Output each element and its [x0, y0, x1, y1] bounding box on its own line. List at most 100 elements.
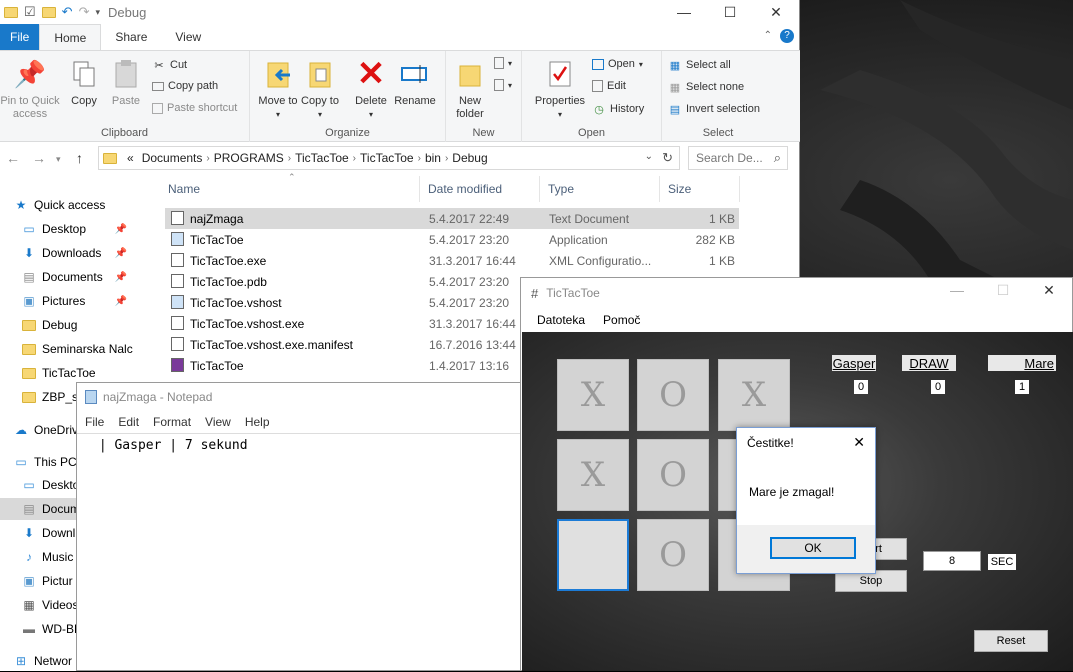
breadcrumb-tictactoe[interactable]: TicTacToe	[295, 151, 349, 165]
help-icon[interactable]: ?	[780, 29, 794, 43]
back-icon[interactable]: ←	[6, 150, 20, 166]
nav-item[interactable]: ▣ Pictures 📌	[0, 290, 135, 312]
nav-item[interactable]: TicTacToe	[0, 362, 135, 384]
new-item-button[interactable]: ▾	[494, 57, 512, 69]
file-name-cell: TicTacToe	[171, 358, 425, 373]
folder-icon	[22, 391, 36, 403]
select-none-button[interactable]: ▦ Select none	[668, 80, 744, 94]
file-name-cell: TicTacToe.pdb	[171, 274, 425, 289]
collapse-ribbon-icon[interactable]: ⌃	[764, 30, 772, 41]
timer-input[interactable]: 8	[923, 551, 981, 571]
file-row[interactable]: TicTacToe.exe 31.3.2017 16:44 XML Configur…	[165, 250, 739, 271]
breadcrumb-debug[interactable]: Debug	[452, 151, 487, 165]
nav-item[interactable]: ▤ Documents 📌	[0, 266, 135, 288]
file-icon	[171, 274, 184, 288]
open-button[interactable]: Open ▾	[592, 58, 643, 70]
edit-button[interactable]: Edit	[592, 80, 626, 92]
refresh-icon[interactable]: ↻	[662, 150, 673, 166]
address-dropdown-icon[interactable]: ⌄	[645, 151, 653, 162]
ok-button[interactable]: OK	[770, 537, 856, 559]
file-type: XML Configuratio...	[549, 253, 652, 268]
minimize-button[interactable]: —	[661, 0, 707, 24]
rename-label: Rename	[394, 95, 436, 107]
new-folder-qat-icon[interactable]	[41, 6, 56, 18]
search-icon: ⌕	[773, 150, 781, 165]
paste-icon	[110, 57, 142, 91]
file-row[interactable]: najZmaga 5.4.2017 22:49 Text Document 1 KB	[165, 208, 739, 229]
notepad-menu-format[interactable]: Format	[153, 415, 191, 429]
column-size[interactable]: Size	[660, 176, 740, 202]
column-date[interactable]: Date modified	[420, 176, 540, 202]
board-cell[interactable]	[557, 519, 629, 591]
copy-to-button[interactable]: Copy to ▾	[300, 55, 340, 121]
menu-pomoc[interactable]: Pomoč	[603, 313, 640, 327]
pin-quick-access-button[interactable]: 📌 Pin to Quick access	[0, 55, 60, 121]
search-input[interactable]: Search De... ⌕	[688, 146, 788, 170]
up-icon[interactable]: ↑	[76, 150, 83, 166]
board-cell[interactable]: X	[557, 359, 629, 431]
breadcrumb-programs[interactable]: PROGRAMS	[214, 151, 284, 165]
tab-view[interactable]: View	[161, 24, 215, 50]
paste-button[interactable]: Paste	[106, 55, 146, 108]
tt-minimize-button[interactable]: —	[934, 278, 980, 302]
notepad-menu-help[interactable]: Help	[245, 415, 270, 429]
board-cell[interactable]: O	[637, 359, 709, 431]
board-cell[interactable]: X	[557, 439, 629, 511]
cut-button[interactable]: ✂ Cut	[152, 58, 187, 72]
move-to-button[interactable]: Move to ▾	[258, 55, 298, 121]
invert-selection-button[interactable]: ▤ Invert selection	[668, 102, 760, 116]
address-bar[interactable]: « Documents › PROGRAMS › TicTacToe › TicTac…	[98, 146, 680, 170]
nav-item[interactable]: ▭ Desktop 📌	[0, 218, 135, 240]
history-button[interactable]: ◷ History	[592, 102, 644, 116]
breadcrumb-documents[interactable]: Documents	[142, 151, 203, 165]
tt-maximize-button[interactable]: ☐	[980, 278, 1026, 302]
board-cell[interactable]: X	[718, 359, 790, 431]
notepad-menu-view[interactable]: View	[205, 415, 231, 429]
select-all-label: Select all	[686, 59, 731, 71]
breadcrumb-overflow[interactable]: «	[127, 151, 134, 165]
redo-icon[interactable]: ↷	[79, 4, 90, 20]
nav-item[interactable]: Debug	[0, 314, 135, 336]
board-cell[interactable]: O	[637, 519, 709, 591]
rename-button[interactable]: Rename	[392, 55, 438, 108]
maximize-button[interactable]: ☐	[707, 0, 753, 24]
breadcrumb-tictactoe-2[interactable]: TicTacToe	[360, 151, 414, 165]
close-button[interactable]: ✕	[753, 0, 799, 24]
nav-item[interactable]: Seminarska Nalc	[0, 338, 135, 360]
file-name-cell: TicTacToe.vshost.exe	[171, 316, 425, 331]
tt-close-button[interactable]: ✕	[1026, 278, 1072, 302]
board-cell[interactable]: O	[637, 439, 709, 511]
forward-icon[interactable]: →	[32, 150, 46, 166]
copy-path-button[interactable]: Copy path	[152, 80, 218, 92]
dialog-close-icon[interactable]: ✕	[853, 434, 865, 451]
nav-item[interactable]: ⬇ Downloads 📌	[0, 242, 135, 264]
wallpaper-graphic	[820, 0, 1073, 280]
new-folder-button[interactable]: New folder	[450, 55, 490, 121]
undo-icon[interactable]: ↶	[62, 4, 73, 20]
tab-share[interactable]: Share	[101, 24, 161, 50]
breadcrumb-bin[interactable]: bin	[425, 151, 441, 165]
recent-dropdown-icon[interactable]: ▾	[56, 154, 61, 165]
file-size: 1 KB	[708, 211, 735, 226]
file-icon	[171, 316, 184, 330]
notepad-text-area[interactable]: | Gasper | 7 sekund	[77, 433, 525, 457]
file-row[interactable]: TicTacToe 5.4.2017 23:20 Application 282 KB	[165, 229, 739, 250]
notepad-menu-edit[interactable]: Edit	[118, 415, 139, 429]
reset-button[interactable]: Reset	[974, 630, 1048, 652]
paste-shortcut-button[interactable]: Paste shortcut	[152, 102, 237, 114]
select-all-button[interactable]: ▦ Select all	[668, 58, 731, 72]
delete-button[interactable]: ✕ Delete ▾	[350, 55, 392, 121]
tab-home[interactable]: Home	[39, 24, 102, 50]
easy-access-button[interactable]: ▾	[494, 79, 512, 91]
menu-datoteka[interactable]: Datoteka	[537, 313, 585, 327]
copy-button[interactable]: Copy	[64, 55, 104, 108]
properties-qat-icon[interactable]: ☑	[24, 4, 36, 20]
file-name: TicTacToe.vshost	[190, 296, 282, 310]
tab-file[interactable]: File	[0, 24, 40, 50]
qat-dropdown-icon[interactable]: ▾	[95, 7, 100, 18]
notepad-menu-file[interactable]: File	[85, 415, 104, 429]
column-type[interactable]: Type	[540, 176, 660, 202]
properties-button[interactable]: Properties ▾	[530, 55, 590, 121]
nav-item[interactable]: ★ Quick access	[0, 194, 135, 216]
open-group: Properties ▾ Open ▾ Edit ◷ History Open	[522, 51, 662, 142]
